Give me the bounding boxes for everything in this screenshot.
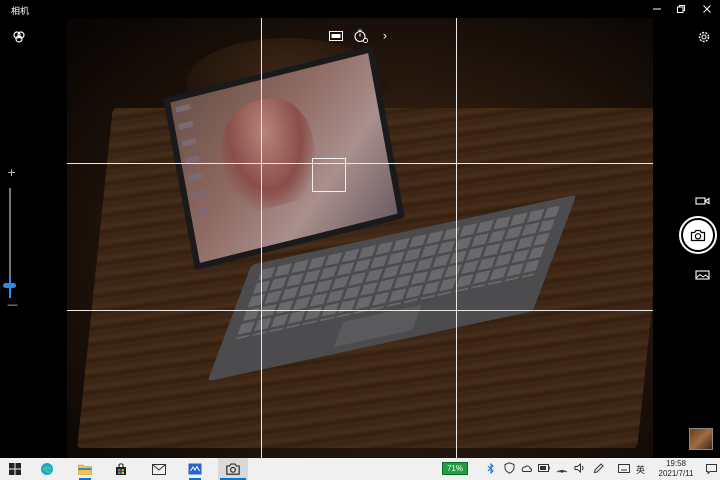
wallpaper-character (213, 89, 324, 217)
hdr-button[interactable] (329, 28, 343, 44)
notification-icon (706, 464, 717, 474)
photo-timer-button[interactable] (353, 28, 369, 44)
bluetooth-tray-button[interactable] (485, 461, 497, 475)
camera-app-icon (226, 463, 240, 475)
taskbar-file-explorer[interactable] (74, 458, 96, 480)
photo-timer-icon (354, 29, 368, 43)
minimize-button[interactable] (644, 0, 670, 18)
volume-tray-button[interactable] (574, 461, 586, 475)
zoom-out-label[interactable]: — (7, 298, 18, 311)
input-method-indicator[interactable]: 英 (636, 463, 645, 476)
pen-tray-button[interactable] (592, 461, 604, 475)
camera-settings-icon (13, 31, 25, 43)
taskbar-clock[interactable]: 19:58 2021/7/11 (650, 458, 702, 480)
title-bar: 相机 (0, 0, 720, 18)
grid-line-horizontal-1 (67, 163, 653, 164)
wifi-tray-button[interactable] (556, 461, 568, 475)
shutter-face (683, 220, 713, 250)
right-control-rail (653, 18, 720, 458)
camera-window: 相机 + — › (0, 0, 720, 458)
windows-logo-icon (9, 463, 21, 475)
battery-icon (538, 464, 550, 472)
window-title: 相机 (11, 6, 30, 16)
action-center-button[interactable] (703, 458, 720, 480)
grid-line-vertical-1 (261, 18, 262, 458)
battery-percent-badge[interactable]: 71% (442, 462, 468, 475)
mail-icon (152, 463, 166, 475)
settings-button[interactable] (697, 30, 711, 44)
take-photo-button[interactable] (679, 216, 717, 254)
taskbar-edge[interactable] (36, 458, 58, 480)
restore-button[interactable] (668, 0, 694, 18)
close-button[interactable] (694, 0, 720, 18)
camera-settings-button[interactable] (12, 30, 26, 44)
restore-icon (677, 5, 685, 13)
zoom-in-label[interactable]: + (7, 166, 16, 179)
keyboard-icon (618, 463, 630, 473)
grid-line-vertical-2 (456, 18, 457, 458)
whiteboard-icon (188, 463, 202, 475)
edge-icon (41, 463, 53, 475)
close-icon (703, 5, 711, 13)
grid-line-horizontal-2 (67, 310, 653, 311)
taskbar-mail[interactable] (148, 458, 170, 480)
windows-taskbar (0, 458, 720, 480)
cloud-icon (521, 465, 532, 472)
gear-icon (698, 31, 710, 43)
start-button[interactable] (6, 458, 24, 480)
panorama-icon (695, 270, 710, 280)
zoom-slider-fill (9, 278, 11, 298)
pen-icon (593, 462, 604, 473)
left-control-rail: + — (0, 18, 67, 458)
wifi-icon (556, 470, 568, 473)
focus-indicator (312, 158, 346, 192)
taskbar-camera[interactable] (218, 458, 248, 480)
speaker-icon (574, 463, 584, 473)
touch-keyboard-tray-button[interactable] (618, 461, 630, 475)
last-photo-thumbnail[interactable] (689, 428, 713, 450)
minimize-icon (653, 8, 661, 10)
video-mode-button[interactable] (695, 194, 711, 206)
onedrive-tray-button[interactable] (520, 461, 532, 475)
camera-icon (690, 229, 706, 241)
store-bag-icon (116, 463, 126, 475)
clock-time: 19:58 (665, 459, 687, 468)
video-icon (695, 197, 710, 205)
zoom-slider-thumb[interactable] (3, 283, 16, 288)
camera-viewfinder[interactable] (67, 18, 653, 458)
bluetooth-icon (487, 462, 494, 474)
taskbar-whiteboard[interactable] (184, 458, 206, 480)
defender-tray-button[interactable] (503, 461, 515, 475)
power-tray-button[interactable] (538, 461, 550, 475)
folder-icon (78, 464, 92, 475)
panorama-mode-button[interactable] (695, 268, 711, 280)
shield-icon (504, 462, 514, 474)
expand-controls-button[interactable]: › (380, 28, 390, 44)
taskbar-store[interactable] (110, 458, 132, 480)
hdr-icon (329, 31, 343, 41)
clock-date: 2021/7/11 (658, 469, 694, 478)
